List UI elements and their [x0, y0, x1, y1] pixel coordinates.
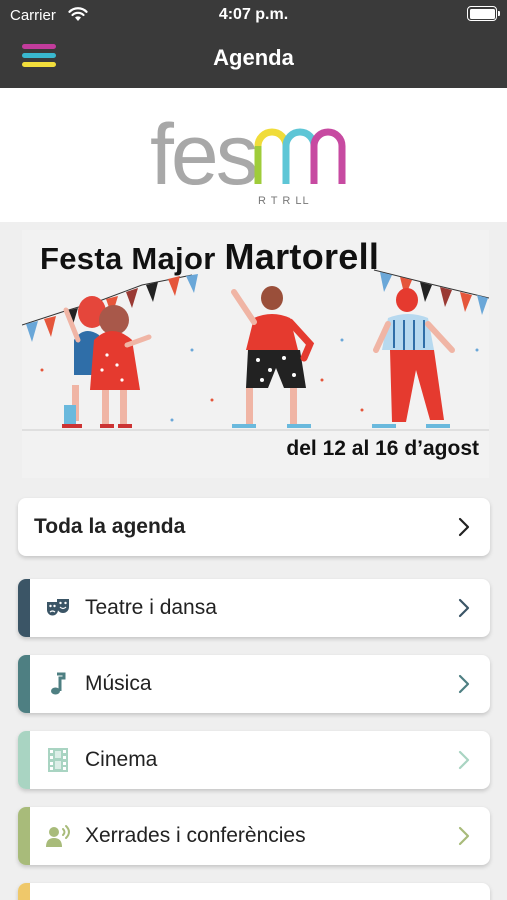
chevron-right-icon: [458, 750, 470, 770]
festa-major-banner[interactable]: Festa Major Martorell del 12 al 16 d’ago…: [22, 230, 489, 478]
battery-icon: [467, 6, 500, 21]
banner-title: Festa Major Martorell: [40, 236, 380, 277]
category-partial[interactable]: [18, 883, 490, 900]
theater-masks-icon: [47, 599, 69, 616]
page-title: Agenda: [213, 45, 294, 70]
category-xerrades[interactable]: Xerrades i conferències: [18, 807, 490, 865]
banner-dates: del 12 al 16 d’agost: [286, 437, 479, 460]
all-agenda-label: Toda la agenda: [34, 515, 186, 538]
speaker-icon: [46, 825, 70, 847]
status-time: 4:07 p.m.: [218, 6, 289, 23]
category-color-bar: [18, 655, 30, 713]
film-strip-icon: [48, 748, 68, 772]
all-agenda-button[interactable]: Toda la agenda: [18, 498, 490, 556]
category-cinema[interactable]: Cinema: [18, 731, 490, 789]
category-color-bar: [18, 731, 30, 789]
fesmm-logo: fes R T R LL: [150, 107, 346, 206]
chevron-right-icon: [458, 598, 470, 618]
category-teatre-dansa[interactable]: Teatre i dansa: [18, 579, 490, 637]
category-musica[interactable]: Música: [18, 655, 490, 713]
chevron-right-icon: [458, 674, 470, 694]
top-bar: Carrier 4:07 p.m. Agenda: [0, 0, 507, 88]
logo-subtitle: R T R LL: [258, 195, 310, 206]
svg-text:fes: fes: [150, 107, 256, 203]
chevron-right-icon: [458, 826, 470, 846]
category-label: Teatre i dansa: [85, 596, 217, 619]
category-label: Cinema: [85, 748, 158, 771]
music-note-icon: [51, 672, 66, 695]
chevron-right-icon: [458, 517, 470, 537]
logo-header: fes R T R LL: [0, 88, 507, 222]
category-color-bar: [18, 807, 30, 865]
category-color-bar: [18, 579, 30, 637]
category-label: Música: [85, 672, 152, 695]
category-label: Xerrades i conferències: [85, 824, 306, 847]
status-bar: Carrier 4:07 p.m.: [0, 0, 507, 30]
category-color-bar: [18, 883, 30, 900]
